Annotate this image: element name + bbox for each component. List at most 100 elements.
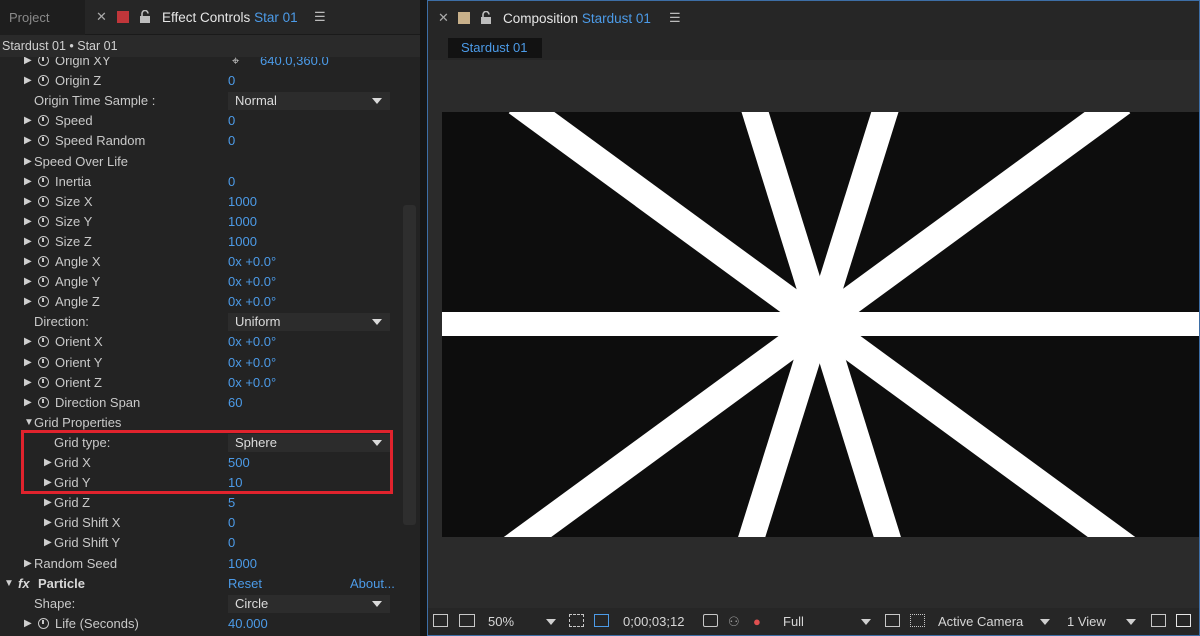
property-value[interactable]: 0x +0.0°: [228, 272, 276, 292]
stopwatch-icon[interactable]: [38, 75, 49, 87]
disclosure-closed-icon[interactable]: ▶: [24, 393, 32, 413]
property-row[interactable]: ▶ Orient Z 0x +0.0°: [0, 373, 400, 393]
stopwatch-icon[interactable]: [38, 135, 49, 147]
disclosure-closed-icon[interactable]: ▶: [24, 614, 32, 634]
property-value[interactable]: 0x +0.0°: [228, 353, 276, 373]
property-value[interactable]: 0: [228, 71, 235, 91]
tab-project[interactable]: Project: [0, 0, 85, 35]
scrollbar-thumb[interactable]: [403, 205, 416, 525]
tab-effect-controls[interactable]: Effect Controls Star 01: [162, 10, 298, 25]
property-row[interactable]: ▶ Size X 1000: [0, 192, 400, 212]
property-value[interactable]: 0x +0.0°: [228, 252, 276, 272]
property-value[interactable]: 0: [228, 513, 235, 533]
disclosure-closed-icon[interactable]: ▶: [24, 272, 32, 292]
property-row[interactable]: ▶ Grid Shift Y 0: [0, 533, 400, 553]
property-row[interactable]: Origin Time Sample : Normal: [0, 91, 400, 111]
stopwatch-icon[interactable]: [38, 256, 49, 267]
property-label: Direction:: [34, 314, 89, 330]
property-row[interactable]: ▶ Speed Over Life: [0, 152, 400, 172]
property-row[interactable]: ▶ Life (Seconds) 40.000: [0, 614, 400, 634]
panel-menu-icon[interactable]: ☰: [314, 9, 326, 25]
disclosure-closed-icon[interactable]: ▶: [44, 533, 52, 553]
crosshair-icon[interactable]: ⌖: [232, 57, 239, 71]
property-value[interactable]: 0: [228, 533, 235, 553]
color-swatch-icon[interactable]: [117, 11, 129, 23]
property-dropdown[interactable]: Circle: [228, 594, 390, 613]
stopwatch-icon[interactable]: [38, 376, 49, 388]
stopwatch-icon[interactable]: [38, 296, 49, 308]
property-row[interactable]: ▶ Grid Z 5: [0, 493, 400, 513]
property-value[interactable]: 0: [228, 131, 235, 151]
property-row[interactable]: ▶ Random Seed 1000: [0, 554, 400, 574]
property-row[interactable]: ▶ Origin XY ⌖ 640.0,360.0: [0, 57, 400, 71]
property-dropdown[interactable]: Normal: [228, 92, 390, 111]
stopwatch-icon[interactable]: [38, 195, 49, 207]
property-value[interactable]: 5: [228, 493, 235, 513]
property-dropdown[interactable]: Uniform: [228, 313, 390, 332]
stopwatch-icon[interactable]: [38, 336, 49, 348]
disclosure-closed-icon[interactable]: ▶: [24, 252, 32, 272]
stopwatch-icon[interactable]: [38, 617, 49, 629]
property-value[interactable]: 0: [228, 111, 235, 131]
disclosure-closed-icon[interactable]: ▶: [24, 212, 32, 232]
fx-icon[interactable]: fx: [18, 574, 30, 594]
property-row[interactable]: Shape: Circle: [0, 594, 400, 614]
stopwatch-icon[interactable]: [38, 57, 49, 66]
property-row[interactable]: ▶ Angle Y 0x +0.0°: [0, 272, 400, 292]
property-value[interactable]: 0x +0.0°: [228, 292, 276, 312]
property-value[interactable]: 0x +0.0°: [228, 373, 276, 393]
stopwatch-icon[interactable]: [38, 356, 49, 368]
property-row[interactable]: ▶ Angle Z 0x +0.0°: [0, 292, 400, 312]
disclosure-closed-icon[interactable]: ▶: [24, 353, 32, 373]
property-value[interactable]: 0: [228, 172, 235, 192]
disclosure-closed-icon[interactable]: ▶: [24, 152, 32, 172]
disclosure-closed-icon[interactable]: ▶: [24, 232, 32, 252]
property-value[interactable]: 40.000: [228, 614, 268, 634]
disclosure-closed-icon[interactable]: ▶: [24, 292, 32, 312]
close-icon[interactable]: ✕: [96, 9, 107, 25]
property-row[interactable]: ▶ Speed 0: [0, 111, 400, 131]
property-row[interactable]: ▶ Origin Z 0: [0, 71, 400, 91]
disclosure-closed-icon[interactable]: ▶: [24, 57, 32, 71]
disclosure-closed-icon[interactable]: ▶: [24, 111, 32, 131]
stopwatch-icon[interactable]: [38, 215, 49, 227]
property-row[interactable]: ▶ Speed Random 0: [0, 131, 400, 151]
property-value[interactable]: 1000: [228, 212, 257, 232]
property-value[interactable]: 1000: [228, 232, 257, 252]
property-row[interactable]: ▶ Orient X 0x +0.0°: [0, 332, 400, 352]
disclosure-closed-icon[interactable]: ▶: [24, 332, 32, 352]
disclosure-closed-icon[interactable]: ▶: [24, 192, 32, 212]
disclosure-closed-icon[interactable]: ▶: [24, 373, 32, 393]
stopwatch-icon[interactable]: [38, 115, 49, 127]
stopwatch-icon[interactable]: [38, 396, 49, 408]
property-row[interactable]: ▶ Orient Y 0x +0.0°: [0, 353, 400, 373]
property-row[interactable]: ▶ Size Z 1000: [0, 232, 400, 252]
stopwatch-icon[interactable]: [38, 175, 49, 187]
lock-icon[interactable]: [139, 10, 151, 23]
property-row[interactable]: ▼ fx Particle Reset About...: [0, 574, 400, 594]
property-row[interactable]: ▶ Direction Span 60: [0, 393, 400, 413]
stopwatch-icon[interactable]: [38, 235, 49, 247]
disclosure-open-icon[interactable]: ▼: [4, 574, 14, 594]
property-value[interactable]: 1000: [228, 554, 257, 574]
stopwatch-icon[interactable]: [38, 276, 49, 288]
disclosure-closed-icon[interactable]: ▶: [24, 554, 32, 574]
reset-link[interactable]: Reset: [228, 574, 262, 594]
property-row[interactable]: Direction: Uniform: [0, 312, 400, 332]
property-row[interactable]: ▶ Size Y 1000: [0, 212, 400, 232]
disclosure-closed-icon[interactable]: ▶: [24, 172, 32, 192]
disclosure-closed-icon[interactable]: ▶: [24, 71, 32, 91]
panel-divider[interactable]: [420, 0, 427, 636]
disclosure-closed-icon[interactable]: ▶: [24, 131, 32, 151]
property-value[interactable]: 1000: [228, 192, 257, 212]
about-link[interactable]: About...: [350, 574, 395, 594]
active-panel-frame: [427, 0, 1200, 636]
property-value[interactable]: 640.0,360.0: [260, 57, 329, 71]
property-value[interactable]: 60: [228, 393, 242, 413]
disclosure-closed-icon[interactable]: ▶: [44, 513, 52, 533]
property-row[interactable]: ▶ Grid Shift X 0: [0, 513, 400, 533]
property-row[interactable]: ▶ Angle X 0x +0.0°: [0, 252, 400, 272]
property-row[interactable]: ▶ Inertia 0: [0, 172, 400, 192]
disclosure-closed-icon[interactable]: ▶: [44, 493, 52, 513]
property-value[interactable]: 0x +0.0°: [228, 332, 276, 352]
